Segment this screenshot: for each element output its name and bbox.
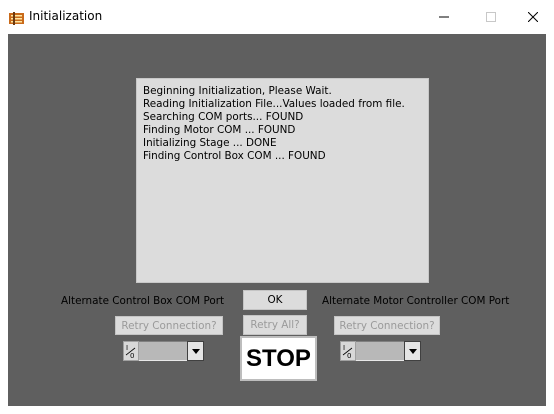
maximize-button	[470, 4, 512, 30]
log-line: Finding Control Box COM ... FOUND	[143, 150, 326, 162]
minimize-icon	[439, 16, 449, 18]
log-line: Initializing Stage ... DONE	[143, 137, 277, 149]
close-button[interactable]	[512, 4, 554, 30]
stop-button[interactable]: STOP	[240, 336, 317, 381]
alt-motor-controller-com-label: Alternate Motor Controller COM Port	[322, 295, 510, 307]
control-box-com-value[interactable]	[139, 341, 187, 361]
minimize-button[interactable]	[423, 4, 465, 30]
alt-control-box-com-label: Alternate Control Box COM Port	[61, 295, 225, 307]
visa-io-icon: I 0	[123, 341, 139, 361]
control-box-com-select[interactable]: I 0	[123, 341, 204, 361]
retry-all-button[interactable]: Retry All?	[243, 315, 307, 335]
svg-text:0: 0	[130, 352, 134, 360]
maximize-icon	[486, 12, 496, 22]
window-title: Initialization	[29, 9, 103, 23]
motor-controller-com-select[interactable]: I 0	[340, 341, 421, 361]
retry-control-box-button[interactable]: Retry Connection?	[115, 316, 223, 335]
log-line: Beginning Initialization, Please Wait.	[143, 85, 332, 97]
ok-button[interactable]: OK	[243, 290, 307, 310]
svg-text:0: 0	[347, 352, 351, 360]
status-log: Beginning Initialization, Please Wait. Re…	[136, 78, 429, 283]
log-line: Searching COM ports... FOUND	[143, 111, 304, 123]
title-bar: Initialization	[0, 0, 554, 34]
log-line: Reading Initialization File...Values loa…	[143, 98, 405, 110]
close-icon	[528, 12, 538, 22]
retry-motor-controller-button[interactable]: Retry Connection?	[334, 316, 440, 335]
svg-text:I: I	[126, 344, 128, 352]
instrument-panel-icon	[9, 10, 24, 25]
visa-io-icon: I 0	[340, 341, 356, 361]
chevron-down-icon[interactable]	[187, 341, 204, 361]
front-panel: Beginning Initialization, Please Wait. Re…	[8, 34, 546, 406]
svg-text:I: I	[343, 344, 345, 352]
motor-controller-com-value[interactable]	[356, 341, 404, 361]
chevron-down-icon[interactable]	[404, 341, 421, 361]
log-line: Finding Motor COM ... FOUND	[143, 124, 296, 136]
